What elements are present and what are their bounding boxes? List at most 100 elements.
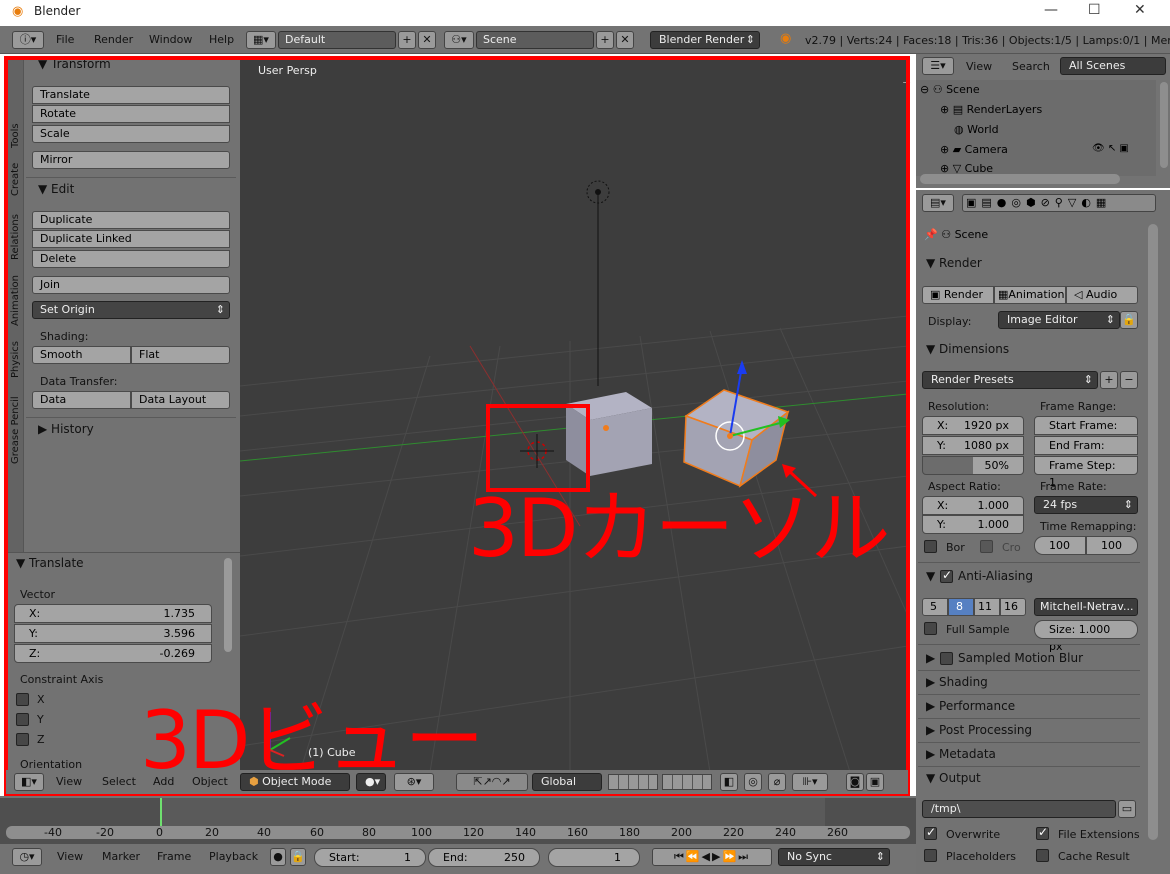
aa-filter-dropdown[interactable]: Mitchell-Netrav...	[1034, 598, 1138, 616]
aspect-y-field[interactable]: Y: 1.000	[922, 515, 1024, 534]
aa-8-button[interactable]: 8	[948, 598, 974, 616]
sync-mode-dropdown[interactable]: No Sync ⇕	[778, 848, 890, 866]
res-percentage-slider[interactable]: 50%	[922, 456, 1024, 475]
interaction-mode-dropdown[interactable]: ⬢ Object Mode	[240, 773, 350, 791]
end-frame-prop-field[interactable]: End Fram: 250	[1034, 436, 1138, 469]
scene-remove-icon[interactable]: ✕	[616, 31, 634, 49]
dimensions-panel-header[interactable]: ▼ Dimensions	[926, 342, 1009, 356]
frame-rate-dropdown[interactable]: 24 fps ⇕	[1034, 496, 1138, 514]
layout-selector-icon[interactable]: ▦▾	[246, 31, 276, 49]
res-y-field[interactable]: Y: 1080 px	[922, 436, 1024, 455]
placeholders-checkbox[interactable]	[924, 849, 937, 862]
render-animation-icon[interactable]: ▣	[866, 773, 884, 791]
aspect-x-field[interactable]: X: 1.000	[922, 496, 1024, 515]
visibility-eye-icon[interactable]: 👁 ↖ ▣	[1092, 143, 1129, 154]
outliner-item-renderlayers[interactable]: ⊕ ▤ RenderLayers	[940, 103, 1042, 116]
current-frame-line[interactable]	[160, 798, 162, 828]
aa-11-button[interactable]: 11	[974, 598, 1000, 616]
aa-size-field[interactable]: Size: 1.000 px	[1034, 620, 1138, 653]
start-frame-prop-field[interactable]: Start Frame: 1	[1034, 416, 1138, 449]
render-presets-dropdown[interactable]: Render Presets ⇕	[922, 371, 1098, 389]
start-frame-field[interactable]: Start: 1	[314, 848, 426, 867]
aa-5-button[interactable]: 5	[922, 598, 948, 616]
editor-type-outliner-icon[interactable]: ☰▾	[922, 57, 954, 75]
folder-browse-icon[interactable]: ▭	[1118, 800, 1136, 818]
outliner-item-cube[interactable]: ⊕ ▽ Cube	[940, 162, 993, 174]
render-button[interactable]: ▣ Render	[922, 286, 994, 304]
tl-menu-playback[interactable]: Playback	[209, 850, 258, 863]
viewport-shading-dropdown[interactable]: ●▾	[356, 773, 386, 791]
overwrite-checkbox[interactable]	[924, 825, 937, 840]
editor-type-timeline-icon[interactable]: ◷▾	[12, 848, 42, 866]
lock-icon[interactable]: 🔒	[290, 848, 306, 866]
scene-add-icon[interactable]: +	[596, 31, 614, 49]
outliner-item-world[interactable]: ◍ World	[954, 123, 999, 136]
editor-type-properties-icon[interactable]: ▤▾	[922, 194, 954, 212]
post-processing-panel-header[interactable]: ▶ Post Processing	[926, 723, 1032, 737]
pin-icon[interactable]: 📌	[924, 228, 941, 241]
tl-menu-view[interactable]: View	[57, 850, 83, 863]
tl-menu-frame[interactable]: Frame	[157, 850, 191, 863]
metadata-panel-header[interactable]: ▶ Metadata	[926, 747, 996, 761]
menu-file[interactable]: File	[56, 33, 74, 46]
layout-remove-icon[interactable]: ✕	[418, 31, 436, 49]
display-dropdown[interactable]: Image Editor ⇕	[998, 311, 1120, 329]
maximize-button[interactable]: ☐	[1088, 2, 1101, 18]
editor-type-3d-icon[interactable]: ◧▾	[14, 773, 44, 791]
outliner-v-scrollbar[interactable]	[1160, 82, 1168, 168]
render-engine-dropdown[interactable]: Blender Render ⇕	[650, 31, 760, 49]
res-x-field[interactable]: X: 1920 px	[922, 416, 1024, 435]
tl-menu-marker[interactable]: Marker	[102, 850, 140, 863]
vp-menu-object[interactable]: Object	[192, 775, 228, 788]
sampled-mb-panel-header[interactable]: ▶	[926, 651, 935, 665]
outliner-item-camera[interactable]: ⊕ ▰ Camera	[940, 143, 1008, 156]
sampled-mb-checkbox[interactable]	[940, 652, 953, 665]
preset-remove-icon[interactable]: −	[1120, 371, 1138, 389]
file-extensions-checkbox[interactable]	[1036, 825, 1049, 840]
menu-render[interactable]: Render	[94, 33, 133, 46]
record-icon[interactable]: ●	[270, 848, 286, 866]
full-sample-checkbox[interactable]	[924, 622, 937, 635]
outliner-menu-search[interactable]: Search	[1012, 60, 1050, 73]
vp-menu-select[interactable]: Select	[102, 775, 136, 788]
outliner-menu-view[interactable]: View	[966, 60, 992, 73]
render-panel-header[interactable]: ▼ Render	[926, 256, 982, 270]
scene-selector-icon[interactable]: ⚇▾	[444, 31, 474, 49]
aa-panel-header[interactable]: ▼	[926, 569, 935, 583]
transform-orientation-dropdown[interactable]: Global	[532, 773, 602, 791]
minimize-button[interactable]: —	[1044, 2, 1058, 18]
border-checkbox[interactable]	[924, 540, 937, 553]
snap-icon[interactable]: ⌀	[768, 773, 786, 791]
crop-checkbox[interactable]	[980, 540, 993, 553]
layer-buttons-2[interactable]	[662, 774, 712, 790]
lock-layers-icon[interactable]: ◧	[720, 773, 738, 791]
output-path-field[interactable]: /tmp\	[922, 800, 1116, 818]
manipulator-buttons[interactable]: ⇱↗◠↗	[456, 773, 528, 791]
performance-panel-header[interactable]: ▶ Performance	[926, 699, 1015, 713]
outliner-h-scrollbar[interactable]	[920, 174, 1120, 184]
output-panel-header[interactable]: ▼ Output	[926, 771, 981, 785]
frame-step-field[interactable]: Frame Step: 1	[1034, 456, 1138, 489]
snap-element-icon[interactable]: ⊪▾	[792, 773, 828, 791]
layout-name-field[interactable]: Default	[278, 31, 396, 49]
layer-buttons[interactable]	[608, 774, 658, 790]
layout-add-icon[interactable]: +	[398, 31, 416, 49]
vp-menu-add[interactable]: Add	[153, 775, 174, 788]
render-preview-icon[interactable]: ◙	[846, 773, 864, 791]
proportional-edit-icon[interactable]: ◎	[744, 773, 762, 791]
properties-context-tabs[interactable]: ▣▤●◎⬢⊘⚲▽◐▦	[962, 194, 1156, 212]
close-button[interactable]: ✕	[1134, 2, 1146, 18]
menu-help[interactable]: Help	[209, 33, 234, 46]
end-frame-field[interactable]: End: 250	[428, 848, 540, 867]
preset-add-icon[interactable]: +	[1100, 371, 1118, 389]
editor-type-info-icon[interactable]: ⓘ▾	[12, 31, 44, 49]
pivot-point-icon[interactable]: ⊛▾	[394, 773, 434, 791]
aa-enable-checkbox[interactable]	[940, 568, 953, 583]
outliner-filter-dropdown[interactable]: All Scenes	[1060, 57, 1166, 75]
animation-button[interactable]: ▦Animation	[994, 286, 1066, 304]
playback-controls[interactable]: ⏮⏪◀▶⏩⏭	[652, 848, 772, 866]
remap-old-field[interactable]: 100	[1034, 536, 1086, 555]
outliner-item-scene[interactable]: ⊖ ⚇ Scene	[920, 83, 980, 96]
lock-interface-icon[interactable]: 🔒	[1120, 311, 1138, 329]
properties-scrollbar[interactable]	[1148, 224, 1158, 840]
